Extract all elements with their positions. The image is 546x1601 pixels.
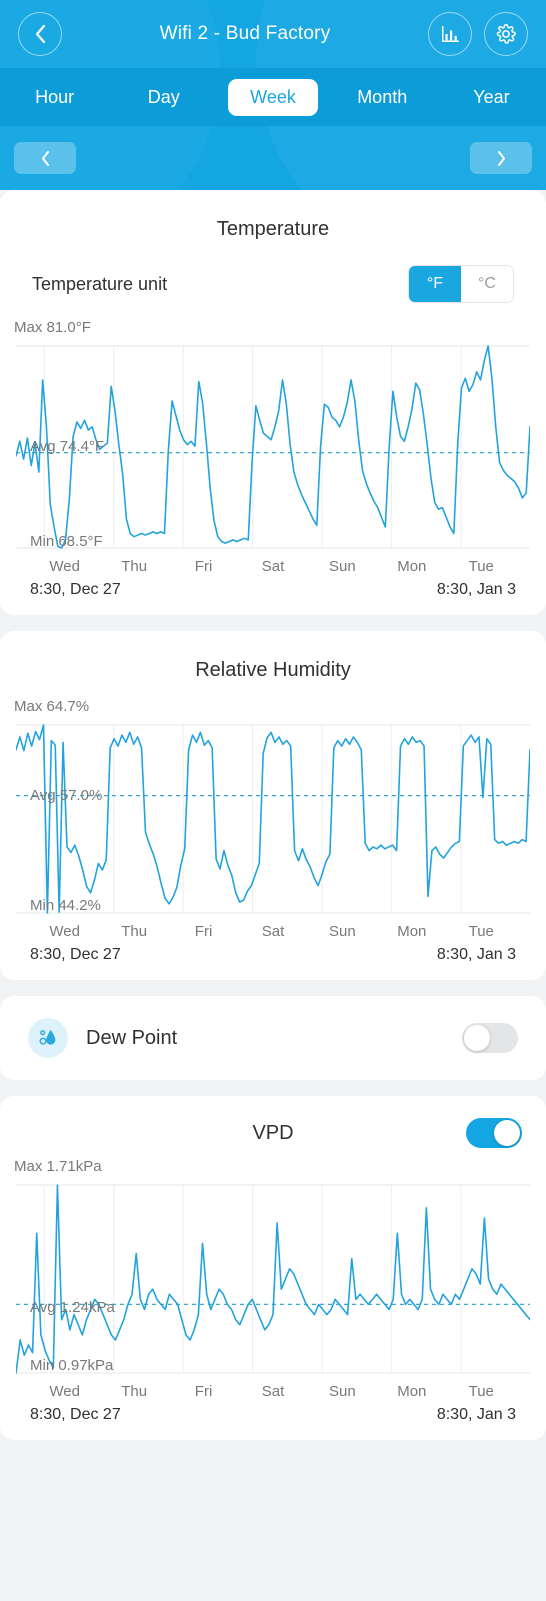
- humidity-chart[interactable]: Avg 57.0% Min 44.2%: [16, 719, 530, 919]
- x-label-mon: Mon: [397, 558, 427, 575]
- toggle-knob: [494, 1120, 520, 1146]
- x-label-sun: Sun: [329, 923, 356, 940]
- humidity-end-time: 8:30, Jan 3: [436, 946, 516, 963]
- x-label-thu: Thu: [121, 923, 148, 940]
- section-gap-3: [0, 1080, 546, 1096]
- vpd-time-range: 8:30, Dec 27 8:30, Jan 3: [0, 1400, 546, 1424]
- tab-year[interactable]: Year: [437, 72, 546, 123]
- humidity-start-time: 8:30, Dec 27: [30, 946, 121, 963]
- humidity-x-axis: Wed Thu Fri Sat Sun Mon Tue: [0, 919, 546, 940]
- gear-icon: [496, 23, 516, 44]
- temperature-chart[interactable]: Avg 74.4°F Min 68.5°F: [16, 340, 530, 554]
- chevron-right-icon: [497, 150, 505, 166]
- temperature-unit-toggle[interactable]: °F °C: [408, 265, 514, 303]
- tab-week[interactable]: Week: [218, 72, 327, 123]
- humidity-time-range: 8:30, Dec 27 8:30, Jan 3: [0, 940, 546, 964]
- temperature-chart-wrap: Avg 74.4°F Min 68.5°F: [0, 340, 546, 554]
- tab-day-label: Day: [147, 86, 180, 107]
- dew-drop-icon: [28, 1018, 68, 1058]
- back-button[interactable]: [18, 12, 62, 56]
- x-label-mon: Mon: [397, 923, 427, 940]
- unit-option-fahrenheit[interactable]: °F: [409, 266, 461, 302]
- tab-week-label: Week: [228, 78, 318, 116]
- vpd-header: VPD: [0, 1096, 546, 1148]
- settings-button[interactable]: [484, 12, 528, 56]
- dew-point-row[interactable]: Dew Point: [0, 996, 546, 1080]
- humidity-max-label: Max 64.7%: [14, 698, 90, 715]
- vpd-card: VPD Max 1.71kPa Avg 1.24kPa Min 0.97kPa …: [0, 1096, 546, 1440]
- toggle-knob: [464, 1025, 490, 1051]
- temperature-card: Temperature Temperature unit °F °C Max 8…: [0, 190, 546, 615]
- header-topbar: Wifi 2 - Bud Factory: [0, 0, 546, 68]
- vpd-x-axis: Wed Thu Fri Sat Sun Mon Tue: [0, 1379, 546, 1400]
- humidity-chart-wrap: Avg 57.0% Min 44.2%: [0, 719, 546, 919]
- x-label-wed: Wed: [49, 1383, 80, 1400]
- app-header: Wifi 2 - Bud Factory Hour Day Week Month…: [0, 0, 546, 190]
- vpd-title: VPD: [252, 1121, 294, 1144]
- x-label-tue: Tue: [468, 558, 494, 575]
- tab-hour[interactable]: Hour: [0, 72, 109, 123]
- temperature-start-time: 8:30, Dec 27: [30, 581, 121, 598]
- section-gap-1: [0, 615, 546, 631]
- dew-point-label: Dew Point: [86, 1026, 178, 1049]
- temperature-unit-label: Temperature unit: [32, 273, 168, 294]
- temperature-x-axis: Wed Thu Fri Sat Sun Mon Tue: [0, 554, 546, 575]
- vpd-end-time: 8:30, Jan 3: [436, 1406, 516, 1423]
- x-label-mon: Mon: [397, 1383, 427, 1400]
- chevron-left-icon: [41, 150, 49, 166]
- tab-month-label: Month: [357, 86, 408, 107]
- dew-point-card: Dew Point: [0, 996, 546, 1080]
- vpd-start-time: 8:30, Dec 27: [30, 1406, 121, 1423]
- x-label-thu: Thu: [121, 558, 148, 575]
- x-label-tue: Tue: [468, 923, 494, 940]
- temperature-title: Temperature: [216, 218, 330, 240]
- unit-option-celsius[interactable]: °C: [461, 266, 513, 302]
- statistics-button[interactable]: [428, 12, 472, 56]
- vpd-toggle[interactable]: [466, 1118, 522, 1148]
- x-label-fri: Fri: [194, 923, 213, 940]
- next-period-button[interactable]: [470, 142, 532, 174]
- chevron-left-icon: [35, 24, 45, 44]
- x-label-fri: Fri: [194, 558, 213, 575]
- x-label-sun: Sun: [329, 558, 356, 575]
- x-label-fri: Fri: [194, 1383, 213, 1400]
- vpd-max-label: Max 1.71kPa: [14, 1158, 102, 1175]
- humidity-title: Relative Humidity: [195, 659, 351, 681]
- x-label-sat: Sat: [261, 1383, 285, 1400]
- x-label-sun: Sun: [329, 1383, 356, 1400]
- header-actions: [428, 12, 528, 56]
- x-label-tue: Tue: [468, 1383, 494, 1400]
- tab-month[interactable]: Month: [328, 72, 437, 123]
- x-label-sat: Sat: [261, 558, 285, 575]
- temperature-max-label: Max 81.0°F: [14, 319, 91, 336]
- temperature-unit-row: Temperature unit °F °C: [0, 247, 546, 309]
- vpd-chart[interactable]: Avg 1.24kPa Min 0.97kPa: [16, 1179, 530, 1379]
- humidity-card: Relative Humidity Max 64.7% Avg 57.0% Mi…: [0, 631, 546, 980]
- temperature-end-time: 8:30, Jan 3: [436, 581, 516, 598]
- date-navigation: [0, 126, 546, 190]
- x-label-wed: Wed: [49, 923, 80, 940]
- tab-day[interactable]: Day: [109, 72, 218, 123]
- section-gap-2: [0, 980, 546, 996]
- previous-period-button[interactable]: [14, 142, 76, 174]
- x-label-wed: Wed: [49, 558, 80, 575]
- bar-chart-icon: [442, 26, 459, 42]
- tab-hour-label: Hour: [35, 86, 75, 107]
- x-label-sat: Sat: [261, 923, 285, 940]
- temperature-time-range: 8:30, Dec 27 8:30, Jan 3: [0, 575, 546, 599]
- tab-year-label: Year: [473, 86, 510, 107]
- x-label-thu: Thu: [121, 1383, 148, 1400]
- page-title: Wifi 2 - Bud Factory: [159, 23, 331, 44]
- period-tabs: Hour Day Week Month Year: [0, 68, 546, 126]
- dew-point-toggle[interactable]: [462, 1023, 518, 1053]
- vpd-chart-wrap: Avg 1.24kPa Min 0.97kPa: [0, 1179, 546, 1379]
